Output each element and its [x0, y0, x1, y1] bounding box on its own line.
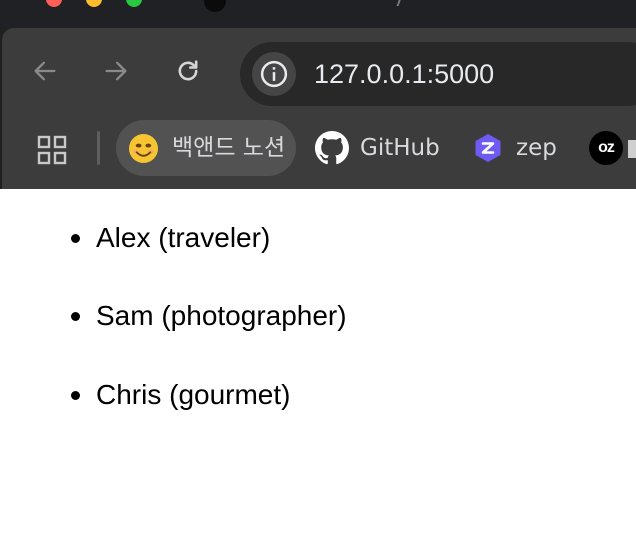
info-icon [260, 60, 288, 88]
github-icon[interactable] [315, 131, 349, 165]
page-content: Alex (traveler) Sam (photographer) Chris… [0, 189, 636, 534]
arrow-right-icon [105, 61, 127, 81]
back-button[interactable] [30, 56, 60, 86]
url-text[interactable]: 127.0.0.1:5000 [314, 56, 494, 92]
list-item: Sam (photographer) [71, 296, 347, 336]
bookmark-overflow-edge [628, 140, 636, 158]
apps-grid-icon[interactable] [36, 134, 68, 166]
list-item: Alex (traveler) [70, 218, 270, 258]
browser-chrome: 127.0.0.1:5000 백앤드 노션 GitHub zep oz [0, 0, 636, 189]
maximize-window-button[interactable] [126, 0, 142, 7]
zep-icon[interactable] [473, 133, 503, 163]
bookmark-label[interactable]: GitHub [360, 130, 440, 166]
minimize-window-button[interactable] [86, 0, 102, 7]
oz-icon[interactable]: oz [589, 131, 623, 165]
smiling-face-emoji-icon [128, 133, 159, 164]
tab-favicon-icon[interactable] [204, 0, 226, 12]
bookmarks-divider [97, 131, 100, 165]
reload-icon [178, 60, 198, 81]
list-item: Chris (gourmet) [70, 375, 290, 415]
tab-separator-icon [390, 0, 402, 6]
close-window-button[interactable] [46, 0, 62, 7]
bookmark-label[interactable]: zep [516, 130, 557, 166]
forward-button[interactable] [101, 56, 131, 86]
tab-strip [0, 0, 636, 28]
bookmark-label[interactable]: 백앤드 노션 [172, 130, 285, 166]
site-info-button[interactable] [252, 52, 296, 96]
arrow-left-icon [34, 61, 56, 81]
reload-button[interactable] [173, 56, 203, 86]
